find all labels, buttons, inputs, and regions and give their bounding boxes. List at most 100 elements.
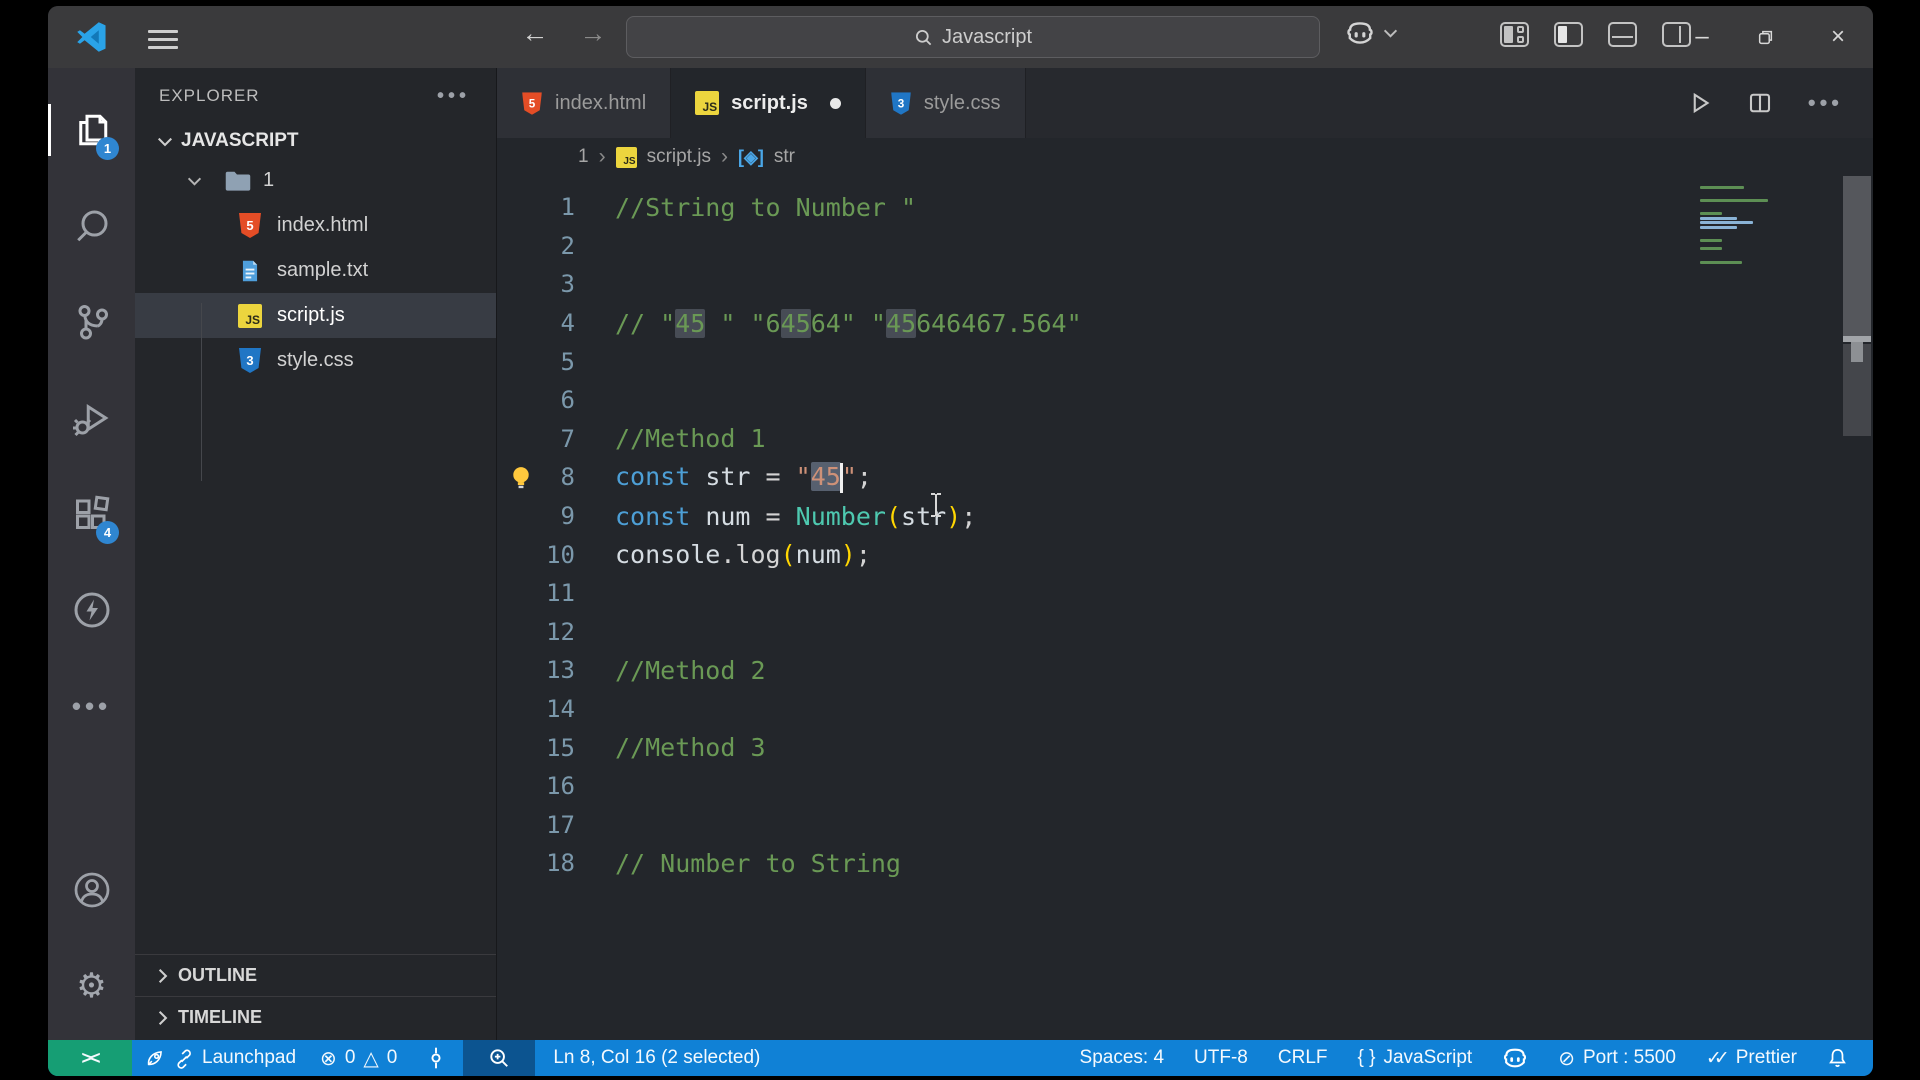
toggle-secondary-sidebar-icon[interactable] [1662, 22, 1691, 47]
close-button[interactable]: × [1825, 23, 1851, 51]
run-file-icon[interactable] [1688, 91, 1712, 115]
activity-explorer[interactable]: 1 [48, 82, 135, 178]
tree-folder-row[interactable]: 1 [135, 158, 496, 203]
eol-item[interactable]: CRLF [1263, 1040, 1343, 1076]
formatter-label: Prettier [1735, 1047, 1797, 1068]
code-line[interactable]: 11 [497, 574, 1873, 613]
line-text[interactable]: //Method 2 [575, 656, 766, 685]
code-line[interactable]: 17 [497, 806, 1873, 845]
tab-script-js[interactable]: JS script.js [671, 68, 866, 138]
code-line[interactable]: 4// "45 " "64564" "45646467.564" [497, 304, 1873, 343]
live-server-port[interactable]: ⊘ Port : 5500 [1543, 1040, 1691, 1076]
restore-button[interactable] [1757, 29, 1783, 46]
code-line[interactable]: 7//Method 1 [497, 420, 1873, 459]
code-line[interactable]: 2 [497, 227, 1873, 266]
tree-file-style-css[interactable]: 3 style.css [135, 338, 496, 383]
code-line[interactable]: 10 console.log(num); [497, 535, 1873, 574]
activity-more[interactable]: ••• [48, 658, 135, 754]
forward-arrow-icon[interactable]: → [576, 18, 610, 49]
menu-hamburger-icon[interactable] [148, 25, 178, 49]
command-center-search[interactable]: Javascript [626, 16, 1320, 58]
code-editor[interactable]: 1//String to Number " 2 3 4// "45 " "64564"… [497, 176, 1873, 1040]
line-text[interactable]: const str = "45"; [575, 461, 872, 493]
breadcrumb-folder[interactable]: 1 [578, 146, 589, 168]
minimize-button[interactable]: – [1689, 23, 1715, 51]
commit-indicator[interactable] [409, 1040, 463, 1076]
back-arrow-icon[interactable]: ← [518, 18, 552, 49]
code-line[interactable]: 14 [497, 690, 1873, 729]
language-item[interactable]: { } JavaScript [1343, 1040, 1488, 1076]
code-line[interactable]: 8 const str = "45"; [497, 458, 1873, 497]
line-number: 10 [546, 540, 575, 569]
outline-section[interactable]: OUTLINE [135, 954, 496, 996]
line-number: 11 [546, 579, 575, 608]
zoom-indicator[interactable] [463, 1040, 536, 1076]
line-text[interactable]: // "45 " "64564" "45646467.564" [575, 308, 1082, 338]
accounts-button[interactable] [48, 842, 135, 938]
file-name: sample.txt [277, 259, 369, 281]
explorer-actions-icon[interactable]: ••• [437, 85, 470, 108]
toggle-panel-icon[interactable] [1608, 22, 1637, 47]
tab-bar: 5 index.html JS script.js 3 style.css ••… [497, 68, 1873, 138]
cursor-position[interactable]: Ln 8, Col 16 (2 selected) [535, 1040, 772, 1076]
code-line[interactable]: 3 [497, 265, 1873, 304]
activity-search[interactable] [48, 178, 135, 274]
breadcrumb-symbol[interactable]: str [774, 146, 795, 168]
code-line[interactable]: 18// Number to String [497, 844, 1873, 883]
minimap[interactable] [1700, 186, 1810, 265]
customize-layout-icon[interactable] [1500, 22, 1529, 47]
formatter-item[interactable]: ✓✓ Prettier [1691, 1040, 1812, 1076]
modified-dot-icon[interactable] [829, 97, 841, 109]
indentation-item[interactable]: Spaces: 4 [1065, 1040, 1180, 1076]
line-text[interactable]: console.log(num); [575, 540, 871, 569]
line-text[interactable]: //String to Number " [575, 193, 916, 222]
launchpad-item[interactable]: Launchpad [132, 1040, 308, 1076]
remote-indicator[interactable]: >< [48, 1040, 132, 1076]
notifications-item[interactable] [1812, 1040, 1863, 1076]
line-text[interactable]: //Method 1 [575, 424, 766, 453]
line-text[interactable]: // Number to String [575, 849, 901, 878]
activity-source-control[interactable] [48, 274, 135, 370]
code-line[interactable]: 9 const num = Number(str); [497, 497, 1873, 536]
activity-bar: 1 4 ••• ⚙ [48, 68, 135, 1040]
chevron-separator: › [720, 145, 728, 168]
code-line[interactable]: 12 [497, 613, 1873, 652]
settings-button[interactable]: ⚙ [48, 938, 135, 1034]
tab-index-html[interactable]: 5 index.html [497, 68, 672, 138]
mouse-ibeam-cursor [929, 492, 943, 518]
line-text[interactable]: const num = Number(str); [575, 502, 976, 531]
status-bar-right: Spaces: 4 UTF-8 CRLF { } JavaScript ⊘ Po… [1065, 1040, 1873, 1076]
scrollbar-slider[interactable] [1843, 176, 1871, 338]
activity-thunder-client[interactable] [48, 562, 135, 658]
code-line[interactable]: 6 [497, 381, 1873, 420]
zoom-in-icon [490, 1049, 509, 1067]
copilot-menu[interactable] [1345, 20, 1398, 46]
timeline-section[interactable]: TIMELINE [135, 996, 496, 1038]
split-editor-icon[interactable] [1748, 91, 1772, 115]
code-line[interactable]: 1//String to Number " [497, 188, 1873, 227]
toggle-primary-sidebar-icon[interactable] [1554, 22, 1583, 47]
activity-bar-bottom: ⚙ [48, 842, 135, 1034]
line-text[interactable]: //Method 3 [575, 733, 766, 762]
tree-file-sample-txt[interactable]: sample.txt [135, 248, 496, 293]
activity-run-debug[interactable] [48, 370, 135, 466]
workspace-section-header[interactable]: JAVASCRIPT [135, 124, 496, 158]
tab-style-css[interactable]: 3 style.css [865, 68, 1026, 138]
lightbulb-icon[interactable] [507, 464, 535, 492]
code-line[interactable]: 5 [497, 342, 1873, 381]
breadcrumb-file[interactable]: script.js [647, 146, 711, 168]
encoding-item[interactable]: UTF-8 [1179, 1040, 1263, 1076]
tree-file-index-html[interactable]: 5 index.html [135, 203, 496, 248]
more-actions-icon[interactable]: ••• [1808, 90, 1843, 116]
chevron-separator: › [598, 145, 606, 168]
chevron-down-icon [157, 137, 173, 146]
code-line[interactable]: 16 [497, 767, 1873, 806]
problems-item[interactable]: ⊗ 0 △ 0 [308, 1040, 409, 1076]
code-line[interactable]: 15//Method 3 [497, 728, 1873, 767]
copilot-status[interactable] [1487, 1040, 1543, 1076]
tree-file-script-js[interactable]: JS script.js [135, 293, 496, 338]
editor-scrollbar[interactable] [1843, 176, 1871, 1040]
indentation-label: Spaces: 4 [1079, 1047, 1165, 1068]
code-line[interactable]: 13//Method 2 [497, 651, 1873, 690]
activity-extensions[interactable]: 4 [48, 466, 135, 562]
